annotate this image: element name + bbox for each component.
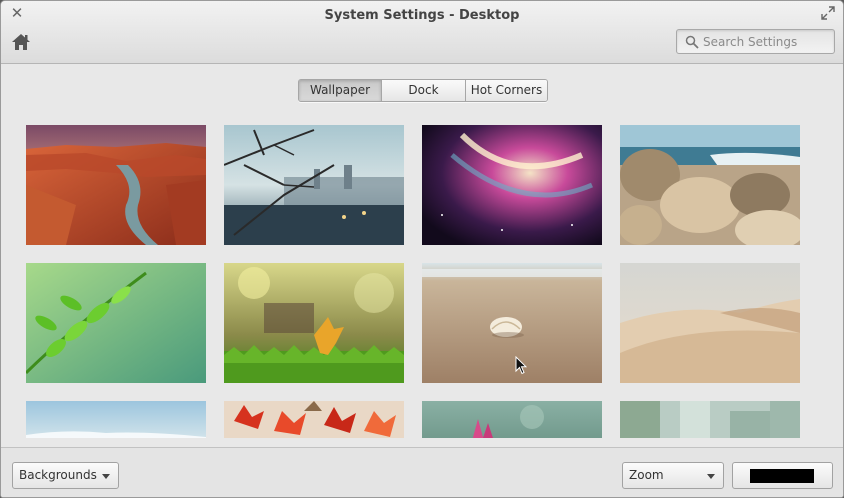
wallpaper-thumb-frost-city[interactable] xyxy=(224,125,404,245)
wallpaper-thumb-blur[interactable] xyxy=(620,401,800,438)
wallpaper-fit-dropdown[interactable]: Zoom xyxy=(622,462,724,489)
canyon-river-photo xyxy=(26,125,206,245)
wallpaper-thumb-maple[interactable] xyxy=(224,401,404,438)
wallpaper-thumb-fern[interactable] xyxy=(26,263,206,383)
wallpaper-thumb-leaf-grass[interactable] xyxy=(224,263,404,383)
color-swatch xyxy=(750,469,814,483)
wallpaper-thumb-dunes[interactable] xyxy=(620,263,800,383)
header-bar: ✕ System Settings - Desktop xyxy=(1,1,843,64)
wallpaper-thumb-nebula[interactable] xyxy=(422,125,602,245)
sand-dunes-photo xyxy=(620,263,800,383)
footer-bar: Backgrounds Zoom xyxy=(1,447,843,497)
wallpaper-source-dropdown[interactable]: Backgrounds xyxy=(12,462,119,489)
red-maple-leaves-photo xyxy=(224,401,404,438)
tab-wallpaper[interactable]: Wallpaper xyxy=(299,80,382,101)
frosted-branches-city-photo xyxy=(224,125,404,245)
blurred-green-photo xyxy=(620,401,800,438)
seashell-on-beach-photo xyxy=(422,263,602,383)
green-fern-leaves-photo xyxy=(26,263,206,383)
pink-flowers-photo xyxy=(422,401,602,438)
maximize-icon[interactable] xyxy=(821,6,835,20)
rocky-seashore-photo xyxy=(620,125,800,245)
tab-hot-corners[interactable]: Hot Corners xyxy=(466,80,547,101)
purple-nebula-photo xyxy=(422,125,602,245)
wallpaper-thumb-sky[interactable] xyxy=(26,401,206,438)
search-field[interactable] xyxy=(676,29,835,54)
tab-dock[interactable]: Dock xyxy=(382,80,466,101)
chevron-down-icon xyxy=(707,474,715,479)
wallpaper-source-label: Backgrounds xyxy=(19,468,97,482)
search-input[interactable] xyxy=(703,32,831,51)
wallpaper-thumb-rocks[interactable] xyxy=(620,125,800,245)
mode-tabs: Wallpaper Dock Hot Corners xyxy=(298,79,548,102)
wallpaper-fit-label: Zoom xyxy=(629,468,664,482)
wallpaper-thumb-canyon[interactable] xyxy=(26,125,206,245)
settings-window: ✕ System Settings - Desktop Wallpaper Do… xyxy=(0,0,844,498)
background-color-button[interactable] xyxy=(732,462,833,489)
wallpaper-thumb-flowers[interactable] xyxy=(422,401,602,438)
search-icon xyxy=(685,35,699,49)
sky-horizon-photo xyxy=(26,401,206,438)
chevron-down-icon xyxy=(102,474,110,479)
autumn-leaf-on-grass-photo xyxy=(224,263,404,383)
home-icon[interactable] xyxy=(10,32,32,52)
wallpaper-thumb-seashell[interactable] xyxy=(422,263,602,383)
window-title: System Settings - Desktop xyxy=(324,8,520,23)
wallpaper-grid[interactable] xyxy=(1,111,843,438)
